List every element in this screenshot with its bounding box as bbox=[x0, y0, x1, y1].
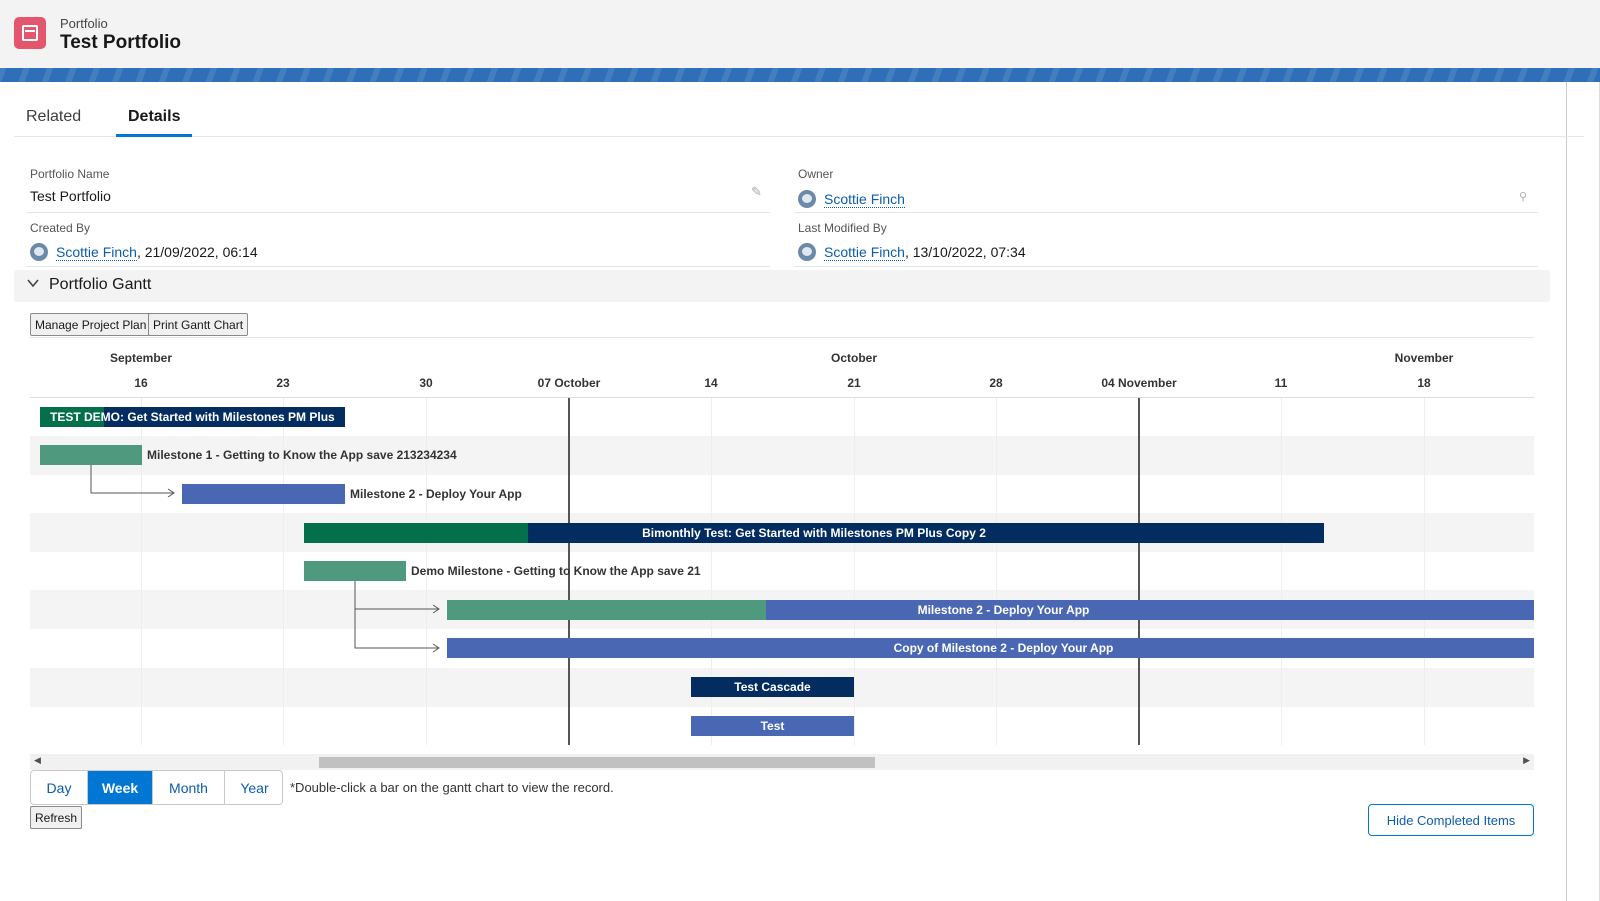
gantt-bar-label: Milestone 2 - Deploy Your App bbox=[350, 487, 522, 501]
created-by-link[interactable]: Scottie Finch bbox=[56, 244, 137, 261]
gantt-chart[interactable]: September October November 16 23 30 07 O… bbox=[30, 345, 1534, 745]
portfolio-name-value: Test Portfolio bbox=[30, 188, 111, 204]
created-by-label: Created By bbox=[30, 221, 91, 235]
page-header: Portfolio Test Portfolio bbox=[0, 0, 1600, 68]
scroll-right-icon[interactable]: ▶ bbox=[1523, 755, 1530, 766]
user-avatar-icon bbox=[798, 243, 816, 261]
created-by-value: Scottie Finch, 21/09/2022, 06:14 bbox=[30, 243, 258, 261]
print-gantt-chart-button[interactable]: Print Gantt Chart bbox=[148, 313, 249, 336]
refresh-button[interactable]: Refresh bbox=[30, 806, 83, 829]
gantt-bar-label: Test Cascade bbox=[734, 680, 811, 694]
gantt-bar[interactable] bbox=[304, 561, 406, 581]
portfolio-name-label: Portfolio Name bbox=[30, 167, 110, 181]
created-date: 21/09/2022, 06:14 bbox=[144, 244, 258, 260]
gantt-bar-label: Milestone 1 - Getting to Know the App sa… bbox=[147, 448, 457, 462]
portfolio-icon bbox=[14, 17, 46, 49]
hide-completed-items-button[interactable]: Hide Completed Items bbox=[1368, 804, 1534, 836]
gantt-bar[interactable]: Bimonthly Test: Get Started with Milesto… bbox=[304, 523, 1324, 543]
section-title: Portfolio Gantt bbox=[49, 276, 152, 293]
view-year-button[interactable]: Year bbox=[225, 771, 282, 804]
gantt-bar[interactable]: Milestone 2 - Deploy Your App bbox=[447, 600, 1534, 620]
field-divider bbox=[26, 212, 770, 213]
owner-link[interactable]: Scottie Finch bbox=[824, 191, 905, 208]
last-modified-date: 13/10/2022, 07:34 bbox=[912, 244, 1026, 260]
last-modified-value: Scottie Finch, 13/10/2022, 07:34 bbox=[798, 243, 1026, 261]
portfolio-gantt-section[interactable]: Portfolio Gantt bbox=[14, 270, 1550, 302]
gantt-bar-label: Milestone 2 - Deploy Your App bbox=[917, 603, 1090, 617]
scroll-left-icon[interactable]: ◀ bbox=[34, 755, 41, 766]
user-avatar-icon bbox=[798, 190, 816, 208]
tab-related[interactable]: Related bbox=[26, 108, 81, 137]
tab-details[interactable]: Details bbox=[116, 108, 193, 137]
gantt-bar-label: TEST DEMO: Get Started with Milestones P… bbox=[50, 410, 335, 424]
gantt-bar[interactable]: Test bbox=[691, 716, 854, 736]
edit-pencil-icon[interactable]: ✎ bbox=[751, 184, 762, 200]
owner-value: Scottie Finch bbox=[798, 190, 905, 208]
page-title: Test Portfolio bbox=[60, 32, 182, 53]
gantt-bar-label: Bimonthly Test: Get Started with Milesto… bbox=[642, 526, 986, 540]
gantt-bar[interactable]: TEST DEMO: Get Started with Milestones P… bbox=[40, 407, 345, 427]
object-type: Portfolio bbox=[60, 16, 108, 31]
last-modified-label: Last Modified By bbox=[798, 221, 887, 235]
record-tabs: Related Details bbox=[14, 100, 1584, 137]
change-owner-icon[interactable]: ⚲ bbox=[1519, 190, 1527, 203]
scroll-thumb[interactable] bbox=[319, 757, 875, 768]
user-avatar-icon bbox=[30, 243, 48, 261]
view-month-button[interactable]: Month bbox=[153, 771, 225, 804]
chevron-down-icon bbox=[26, 276, 40, 293]
field-divider bbox=[26, 266, 770, 267]
gantt-bar-label: Copy of Milestone 2 - Deploy Your App bbox=[893, 641, 1114, 655]
gantt-bar[interactable]: Test Cascade bbox=[691, 677, 854, 697]
gantt-horizontal-scrollbar[interactable]: ◀ ▶ bbox=[30, 754, 1534, 770]
manage-project-plan-button[interactable]: Manage Project Plan bbox=[30, 313, 152, 336]
gantt-bar[interactable] bbox=[182, 484, 345, 504]
gantt-bar-label: Test bbox=[760, 719, 785, 733]
field-divider bbox=[794, 266, 1538, 267]
toolbar-divider bbox=[30, 337, 1534, 338]
gantt-bar-label: Demo Milestone - Getting to Know the App… bbox=[411, 564, 701, 578]
header-banner bbox=[0, 68, 1600, 82]
right-border bbox=[1566, 82, 1567, 901]
field-divider bbox=[794, 212, 1538, 213]
gantt-bar[interactable] bbox=[40, 445, 142, 465]
gantt-bar[interactable]: Copy of Milestone 2 - Deploy Your App bbox=[447, 638, 1534, 658]
owner-label: Owner bbox=[798, 167, 834, 181]
view-day-button[interactable]: Day bbox=[31, 771, 88, 804]
gantt-help-note: *Double-click a bar on the gantt chart t… bbox=[290, 780, 614, 795]
view-mode-toggle: Day Week Month Year bbox=[30, 770, 283, 805]
view-week-button[interactable]: Week bbox=[88, 771, 153, 804]
last-modified-link[interactable]: Scottie Finch bbox=[824, 244, 905, 261]
